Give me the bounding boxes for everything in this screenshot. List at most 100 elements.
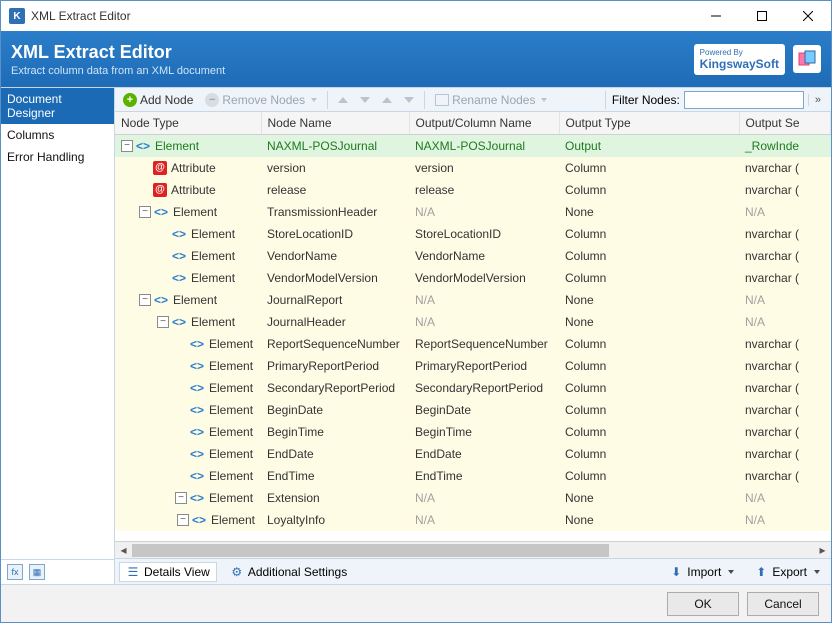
attribute-icon: @	[153, 161, 167, 175]
expand-toggle[interactable]: −	[177, 514, 189, 526]
node-type-label: Element	[209, 491, 253, 505]
app-window: K XML Extract Editor XML Extract Editor …	[0, 0, 832, 623]
details-view-tab[interactable]: ☰Details View	[119, 562, 217, 582]
expand-toggle[interactable]: −	[157, 316, 169, 328]
output-settings-cell: nvarchar (	[739, 333, 831, 355]
output-type-cell: Column	[559, 377, 739, 399]
element-icon: <>	[191, 513, 207, 527]
table-row[interactable]: <>ElementBeginDateBeginDateColumnnvarcha…	[115, 399, 831, 421]
table-row[interactable]: <>ElementPrimaryReportPeriodPrimaryRepor…	[115, 355, 831, 377]
output-column-cell: BeginDate	[409, 399, 559, 421]
header-title: XML Extract Editor	[11, 42, 694, 63]
output-type-cell: None	[559, 201, 739, 223]
scroll-right-icon[interactable]: ▸	[814, 542, 831, 559]
table-row[interactable]: @AttributeversionversionColumnnvarchar (	[115, 157, 831, 179]
element-icon: <>	[171, 271, 187, 285]
close-button[interactable]	[785, 1, 831, 31]
additional-settings-tab[interactable]: ⚙Additional Settings	[223, 562, 354, 582]
import-button[interactable]: ⬇Import	[662, 562, 741, 582]
expand-toggle[interactable]: −	[175, 492, 187, 504]
node-name-cell: release	[261, 179, 409, 201]
expand-toggle[interactable]: −	[139, 206, 151, 218]
sidebar-item-document-designer[interactable]: Document Designer	[1, 88, 114, 124]
remove-nodes-button[interactable]: −Remove Nodes	[201, 91, 321, 109]
minimize-button[interactable]	[693, 1, 739, 31]
move-bottom-button[interactable]	[400, 95, 418, 105]
col-node-type[interactable]: Node Type	[115, 112, 261, 135]
maximize-button[interactable]	[739, 1, 785, 31]
add-node-button[interactable]: +Add Node	[119, 91, 197, 109]
table-row[interactable]: @AttributereleasereleaseColumnnvarchar (	[115, 179, 831, 201]
minus-icon: −	[205, 93, 219, 107]
move-top-button[interactable]	[378, 95, 396, 105]
table-row[interactable]: <>ElementEndDateEndDateColumnnvarchar (	[115, 443, 831, 465]
node-name-cell: PrimaryReportPeriod	[261, 355, 409, 377]
col-output-type[interactable]: Output Type	[559, 112, 739, 135]
horizontal-scrollbar[interactable]: ◂ ▸	[115, 541, 831, 558]
scrollbar-thumb[interactable]	[132, 544, 609, 557]
node-type-label: Attribute	[171, 161, 216, 175]
sidebar-item-error-handling[interactable]: Error Handling	[1, 146, 114, 168]
attribute-icon: @	[153, 183, 167, 197]
output-settings-cell: nvarchar (	[739, 399, 831, 421]
element-icon: <>	[189, 447, 205, 461]
sidebar-item-columns[interactable]: Columns	[1, 124, 114, 146]
expand-toggle[interactable]: −	[121, 140, 133, 152]
move-down-button[interactable]	[356, 95, 374, 105]
output-settings-cell: nvarchar (	[739, 179, 831, 201]
chevron-down-icon	[814, 570, 820, 574]
table-row[interactable]: <>ElementVendorModelVersionVendorModelVe…	[115, 267, 831, 289]
table-row[interactable]: −<>ElementJournalHeaderN/ANoneN/A	[115, 311, 831, 333]
output-column-cell: release	[409, 179, 559, 201]
rename-icon	[435, 94, 449, 106]
import-label: Import	[687, 565, 721, 579]
table-row[interactable]: <>ElementEndTimeEndTimeColumnnvarchar (	[115, 465, 831, 487]
output-type-cell: Column	[559, 355, 739, 377]
col-output-column[interactable]: Output/Column Name	[409, 112, 559, 135]
brand-label: KingswaySoft	[700, 57, 779, 71]
output-settings-cell: nvarchar (	[739, 465, 831, 487]
export-button[interactable]: ⬆Export	[747, 562, 827, 582]
filter-nodes-input[interactable]	[684, 91, 804, 109]
node-type-label: Element	[209, 337, 253, 351]
output-column-cell: PrimaryReportPeriod	[409, 355, 559, 377]
ok-button[interactable]: OK	[667, 592, 739, 616]
table-row[interactable]: −<>ElementExtensionN/ANoneN/A	[115, 487, 831, 509]
col-node-name[interactable]: Node Name	[261, 112, 409, 135]
table-row[interactable]: −<>ElementNAXML-POSJournalNAXML-POSJourn…	[115, 135, 831, 157]
grid-icon[interactable]: ▦	[29, 564, 45, 580]
expand-toggle[interactable]: −	[139, 294, 151, 306]
scroll-left-icon[interactable]: ◂	[115, 542, 132, 559]
node-type-label: Element	[209, 447, 253, 461]
sidebar: Document Designer Columns Error Handling…	[1, 88, 115, 584]
element-icon: <>	[171, 227, 187, 241]
fx-icon[interactable]: fx	[7, 564, 23, 580]
table-row[interactable]: <>ElementReportSequenceNumberReportSeque…	[115, 333, 831, 355]
titlebar: K XML Extract Editor	[1, 1, 831, 31]
overflow-button[interactable]: »	[808, 94, 827, 106]
table-row[interactable]: −<>ElementTransmissionHeaderN/ANoneN/A	[115, 201, 831, 223]
output-type-cell: Column	[559, 399, 739, 421]
table-row[interactable]: <>ElementBeginTimeBeginTimeColumnnvarcha…	[115, 421, 831, 443]
details-view-label: Details View	[144, 565, 210, 579]
rename-nodes-button[interactable]: Rename Nodes	[431, 91, 551, 109]
output-type-cell: None	[559, 289, 739, 311]
node-type-label: Element	[173, 205, 217, 219]
output-type-cell: Column	[559, 333, 739, 355]
bottom-toolbar: ☰Details View ⚙Additional Settings ⬇Impo…	[115, 558, 831, 584]
header-banner: XML Extract Editor Extract column data f…	[1, 31, 831, 87]
node-type-label: Element	[173, 293, 217, 307]
table-row[interactable]: −<>ElementJournalReportN/ANoneN/A	[115, 289, 831, 311]
table-row[interactable]: <>ElementSecondaryReportPeriodSecondaryR…	[115, 377, 831, 399]
move-up-button[interactable]	[334, 95, 352, 105]
table-row[interactable]: <>ElementStoreLocationIDStoreLocationIDC…	[115, 223, 831, 245]
output-column-cell: NAXML-POSJournal	[409, 135, 559, 157]
col-output-settings[interactable]: Output Se	[739, 112, 831, 135]
output-settings-cell: nvarchar (	[739, 223, 831, 245]
app-icon: K	[9, 8, 25, 24]
node-type-label: Element	[209, 403, 253, 417]
table-row[interactable]: <>ElementVendorNameVendorNameColumnnvarc…	[115, 245, 831, 267]
cancel-button[interactable]: Cancel	[747, 592, 819, 616]
element-icon: <>	[189, 491, 205, 505]
table-row[interactable]: −<>ElementLoyaltyInfoN/ANoneN/A	[115, 509, 831, 531]
